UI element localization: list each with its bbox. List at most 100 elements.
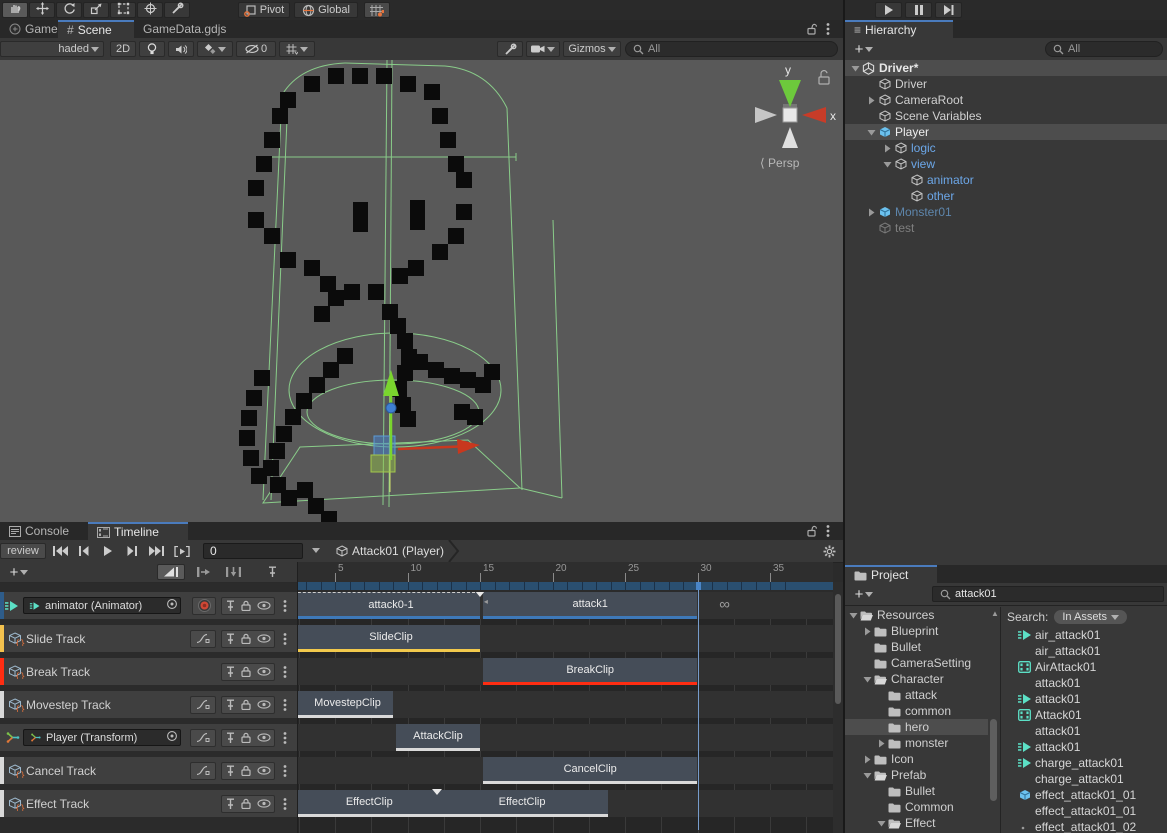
play-range-button[interactable] <box>169 543 195 559</box>
project-search[interactable]: attack01 <box>932 586 1164 602</box>
timeline-range-band[interactable] <box>298 582 833 590</box>
scene-search[interactable]: All <box>625 41 838 57</box>
hierarchy-item-other[interactable]: other <box>845 188 1167 204</box>
transform-tool-button[interactable] <box>137 2 163 18</box>
track-menu-icon[interactable] <box>283 797 287 814</box>
clip-attack1[interactable]: ◂attack1 <box>483 592 698 619</box>
camera-dropdown[interactable] <box>526 41 560 57</box>
lock-button[interactable] <box>241 732 251 743</box>
foldout-arrow[interactable] <box>847 611 859 620</box>
result-attack01[interactable]: attack01 <box>1001 723 1167 739</box>
clip-slideclip[interactable]: SlideClip <box>298 625 480 652</box>
lock-button[interactable] <box>241 699 251 710</box>
lock-button[interactable] <box>241 633 251 644</box>
project-folder-bullet[interactable]: Bullet <box>845 783 988 799</box>
curves-button[interactable] <box>190 630 216 648</box>
project-folder-camerasetting[interactable]: CameraSetting <box>845 655 988 671</box>
pin-button[interactable] <box>226 732 235 744</box>
tab-console[interactable]: Console <box>0 522 86 540</box>
mute-button[interactable] <box>257 799 271 808</box>
result-airattack01[interactable]: AirAttack01 <box>1001 659 1167 675</box>
result-effect-attack01-01[interactable]: effect_attack01_01 <box>1001 787 1167 803</box>
pin-button[interactable] <box>226 798 235 810</box>
audio-toggle[interactable] <box>168 41 194 57</box>
result-attack01[interactable]: attack01 <box>1001 675 1167 691</box>
project-folder-character[interactable]: Character <box>845 671 988 687</box>
clip-effectclip[interactable]: EffectClip <box>437 790 608 817</box>
preview-button[interactable]: review <box>0 543 46 559</box>
mute-button[interactable] <box>257 634 271 643</box>
global-button[interactable]: Global <box>294 2 358 18</box>
hierarchy-item-cameraroot[interactable]: CameraRoot <box>845 92 1167 108</box>
project-folder-attack[interactable]: attack <box>845 687 988 703</box>
track-header-movestep-track[interactable]: {}Movestep Track <box>0 691 297 718</box>
timeline-scrollbar[interactable] <box>833 582 843 833</box>
foldout-arrow[interactable] <box>881 160 893 169</box>
pivot-button[interactable]: Pivot <box>238 2 290 18</box>
result-charge-attack01[interactable]: charge_attack01 <box>1001 771 1167 787</box>
clip-movestepclip[interactable]: MovestepClip <box>298 691 393 718</box>
timeline-breadcrumb[interactable]: Attack01 (Player) <box>336 540 460 562</box>
result-effect-attack01-02[interactable]: effect_attack01_02 <box>1001 819 1167 833</box>
project-folder-common[interactable]: Common <box>845 799 988 815</box>
tab-scene[interactable]: # Scene <box>58 20 134 38</box>
panel-divider[interactable] <box>843 0 845 833</box>
hierarchy-item-logic[interactable]: logic <box>845 140 1167 156</box>
clip-effectclip[interactable]: EffectClip <box>298 790 437 817</box>
lock-button[interactable] <box>241 765 251 776</box>
result-attack01[interactable]: attack01 <box>1001 691 1167 707</box>
track-menu-icon[interactable] <box>283 731 287 748</box>
hierarchy-add-button[interactable]: + <box>849 41 879 57</box>
hierarchy-search[interactable]: All <box>1045 41 1163 57</box>
result-effect-attack01-01[interactable]: effect_attack01_01 <box>1001 803 1167 819</box>
project-folder-monster[interactable]: monster <box>845 735 988 751</box>
result-attack01[interactable]: Attack01 <box>1001 707 1167 723</box>
track-menu-icon[interactable] <box>283 599 287 616</box>
play-button[interactable] <box>875 2 902 18</box>
step-button[interactable] <box>935 2 962 18</box>
gizmos-dropdown[interactable]: Gizmos <box>563 41 621 57</box>
persp-label[interactable]: ⟨ Persp <box>760 156 799 170</box>
shading-dropdown[interactable]: haded <box>0 41 104 57</box>
curves-button[interactable] <box>190 729 216 747</box>
track-binding-field[interactable]: animator (Animator) <box>23 597 181 614</box>
scrollbar-thumb[interactable] <box>835 594 841 704</box>
grid-visibility-dropdown[interactable] <box>279 41 315 57</box>
mute-button[interactable] <box>257 700 271 709</box>
frame-field[interactable]: 0 <box>203 543 303 559</box>
tab-timeline[interactable]: Timeline <box>88 522 188 540</box>
mute-button[interactable] <box>257 601 271 610</box>
foldout-arrow[interactable] <box>861 627 873 636</box>
tab-gamedata[interactable]: GameData.gdjs <box>134 20 238 38</box>
tab-hierarchy[interactable]: ≡ Hierarchy <box>845 20 953 38</box>
effects-dropdown[interactable] <box>197 41 233 57</box>
curves-button[interactable] <box>190 696 216 714</box>
clip-boundary-marker[interactable] <box>432 789 442 795</box>
curves-button[interactable] <box>190 762 216 780</box>
pin-button[interactable] <box>226 699 235 711</box>
mix-mode-button[interactable] <box>157 564 185 580</box>
prev-frame-button[interactable] <box>73 543 95 559</box>
marker-toggle-button[interactable] <box>261 564 283 580</box>
foldout-arrow[interactable] <box>849 64 861 73</box>
track-menu-icon[interactable] <box>283 698 287 715</box>
foldout-arrow[interactable] <box>865 128 877 137</box>
move-tool-button[interactable] <box>29 2 55 18</box>
goto-end-button[interactable] <box>145 543 167 559</box>
project-folder-blueprint[interactable]: Blueprint <box>845 623 988 639</box>
track-header-break-track[interactable]: {}Break Track <box>0 658 297 685</box>
clip-attackclip[interactable]: AttackClip <box>396 724 480 751</box>
track-header-slide-track[interactable]: {}Slide Track <box>0 625 297 652</box>
hierarchy-item-player[interactable]: Player <box>845 124 1167 140</box>
project-add-button[interactable]: + <box>849 586 879 602</box>
lock-button[interactable] <box>241 666 251 677</box>
foldout-arrow[interactable] <box>875 739 887 748</box>
hand-tool-button[interactable] <box>2 2 28 18</box>
panel-menu-icon[interactable] <box>826 22 830 36</box>
foldout-arrow[interactable] <box>865 96 877 105</box>
clip-lane[interactable] <box>298 724 833 751</box>
lock-button[interactable] <box>241 798 251 809</box>
timeline-ruler[interactable]: 5101520253035 <box>298 562 833 582</box>
result-attack01[interactable]: attack01 <box>1001 739 1167 755</box>
track-menu-icon[interactable] <box>283 665 287 682</box>
